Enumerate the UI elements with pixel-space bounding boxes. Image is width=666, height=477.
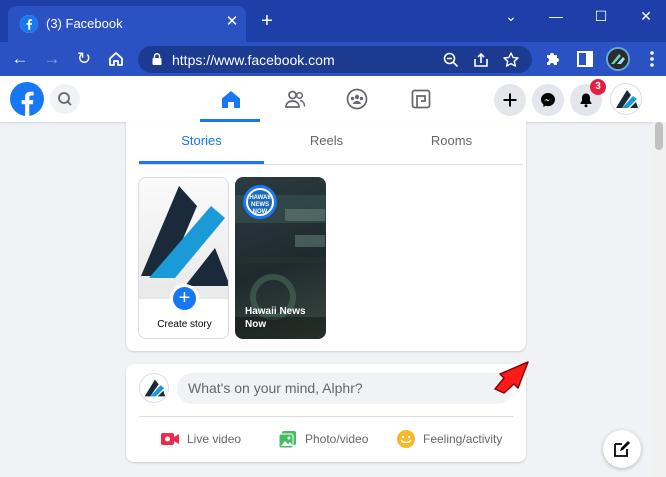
tab-search-chevron-icon[interactable]: ⌄ bbox=[500, 6, 522, 26]
story-card-hawaii-news-now[interactable]: HAWAII NEWS NOW Hawaii News Now bbox=[235, 177, 326, 339]
facebook-logo-icon[interactable] bbox=[10, 82, 44, 116]
zoom-icon[interactable] bbox=[442, 51, 460, 69]
notification-badge: 3 bbox=[590, 79, 606, 95]
friends-icon bbox=[285, 90, 306, 108]
create-button[interactable] bbox=[494, 84, 526, 116]
scrollbar-thumb[interactable] bbox=[655, 122, 663, 150]
close-tab-icon[interactable]: ✕ bbox=[222, 12, 242, 32]
nav-tab-friends[interactable] bbox=[264, 76, 324, 122]
facebook-search-button[interactable] bbox=[50, 84, 80, 114]
story-source-avatar: HAWAII NEWS NOW bbox=[243, 185, 277, 219]
bell-icon bbox=[580, 93, 592, 108]
stories-card: Stories Reels Rooms + Create story HAWAI… bbox=[126, 122, 526, 351]
logo-line-1: HAWAII bbox=[249, 195, 271, 201]
alphr-logo-icon bbox=[616, 90, 638, 108]
browser-menu-icon[interactable] bbox=[644, 49, 660, 69]
plus-icon bbox=[503, 93, 517, 107]
logo-line-2: NEWS bbox=[251, 202, 269, 208]
page-scrollbar[interactable] bbox=[652, 122, 666, 477]
create-story-label: Create story bbox=[157, 319, 212, 330]
reload-icon[interactable]: ↻ bbox=[72, 47, 96, 71]
live-video-label: Live video bbox=[187, 432, 242, 446]
share-icon[interactable] bbox=[472, 51, 490, 69]
tab-title: (3) Facebook bbox=[46, 16, 123, 31]
composer-avatar[interactable] bbox=[139, 373, 169, 403]
tab-divider bbox=[139, 164, 523, 165]
tab-stories[interactable]: Stories bbox=[139, 122, 264, 164]
compose-edit-icon bbox=[614, 441, 630, 457]
facebook-header: 3 bbox=[0, 76, 666, 122]
new-message-button[interactable] bbox=[603, 430, 641, 468]
window-close-icon[interactable]: ✕ bbox=[635, 6, 657, 26]
alphr-logo-icon bbox=[141, 186, 228, 286]
home-button-icon[interactable] bbox=[104, 47, 128, 71]
minimize-icon[interactable]: — bbox=[545, 6, 567, 26]
add-story-plus-icon[interactable]: + bbox=[170, 284, 199, 313]
back-arrow-icon[interactable]: ← bbox=[8, 47, 32, 71]
feeling-activity-label: Feeling/activity bbox=[423, 432, 503, 446]
tab-rooms[interactable]: Rooms bbox=[389, 122, 514, 164]
browser-tab[interactable]: (3) Facebook ✕ bbox=[8, 6, 246, 42]
browser-toolbar: ← → ↻ https://www.facebook.com bbox=[0, 42, 666, 76]
gaming-icon bbox=[411, 89, 431, 109]
create-story-card[interactable]: + Create story bbox=[138, 177, 229, 339]
nav-tab-gaming[interactable] bbox=[390, 76, 450, 122]
new-tab-icon[interactable]: + bbox=[256, 10, 278, 32]
messenger-button[interactable] bbox=[532, 84, 564, 116]
story-title: Hawaii News Now bbox=[245, 306, 306, 330]
alphr-logo-icon bbox=[144, 379, 166, 397]
photo-video-icon bbox=[278, 431, 296, 449]
browser-tab-strip: (3) Facebook ✕ + ⌄ — ☐ ✕ bbox=[0, 0, 666, 42]
forward-arrow-icon[interactable]: → bbox=[40, 47, 64, 71]
lock-icon bbox=[152, 53, 162, 65]
whats-on-your-mind-input[interactable]: What's on your mind, Alphr? bbox=[177, 373, 513, 404]
browser-profile-avatar[interactable] bbox=[606, 47, 630, 71]
home-icon bbox=[222, 91, 240, 108]
feeling-icon bbox=[397, 430, 415, 448]
maximize-icon[interactable]: ☐ bbox=[590, 6, 612, 26]
extensions-puzzle-icon[interactable] bbox=[543, 49, 563, 69]
logo-line-3: NOW bbox=[252, 209, 268, 215]
post-composer-card: What's on your mind, Alphr? Live video P… bbox=[126, 364, 526, 462]
annotation-arrow-icon bbox=[494, 361, 529, 394]
bookmark-star-icon[interactable] bbox=[502, 51, 520, 69]
composer-divider bbox=[139, 416, 513, 417]
hawaii-news-now-logo-icon: HAWAII NEWS NOW bbox=[248, 190, 272, 215]
live-video-icon bbox=[161, 433, 179, 445]
create-story-image bbox=[139, 178, 228, 299]
account-avatar[interactable] bbox=[610, 83, 642, 115]
groups-icon bbox=[346, 88, 368, 110]
url-text: https://www.facebook.com bbox=[172, 52, 335, 68]
side-panel-icon[interactable] bbox=[575, 49, 595, 69]
search-icon bbox=[58, 92, 72, 106]
nav-tab-home[interactable] bbox=[200, 76, 260, 122]
address-bar[interactable]: https://www.facebook.com bbox=[138, 46, 532, 73]
messenger-icon bbox=[541, 93, 555, 107]
nav-tab-groups[interactable] bbox=[326, 76, 386, 122]
photo-video-label: Photo/video bbox=[305, 432, 369, 446]
facebook-favicon-icon bbox=[20, 15, 38, 33]
tab-reels[interactable]: Reels bbox=[264, 122, 389, 164]
